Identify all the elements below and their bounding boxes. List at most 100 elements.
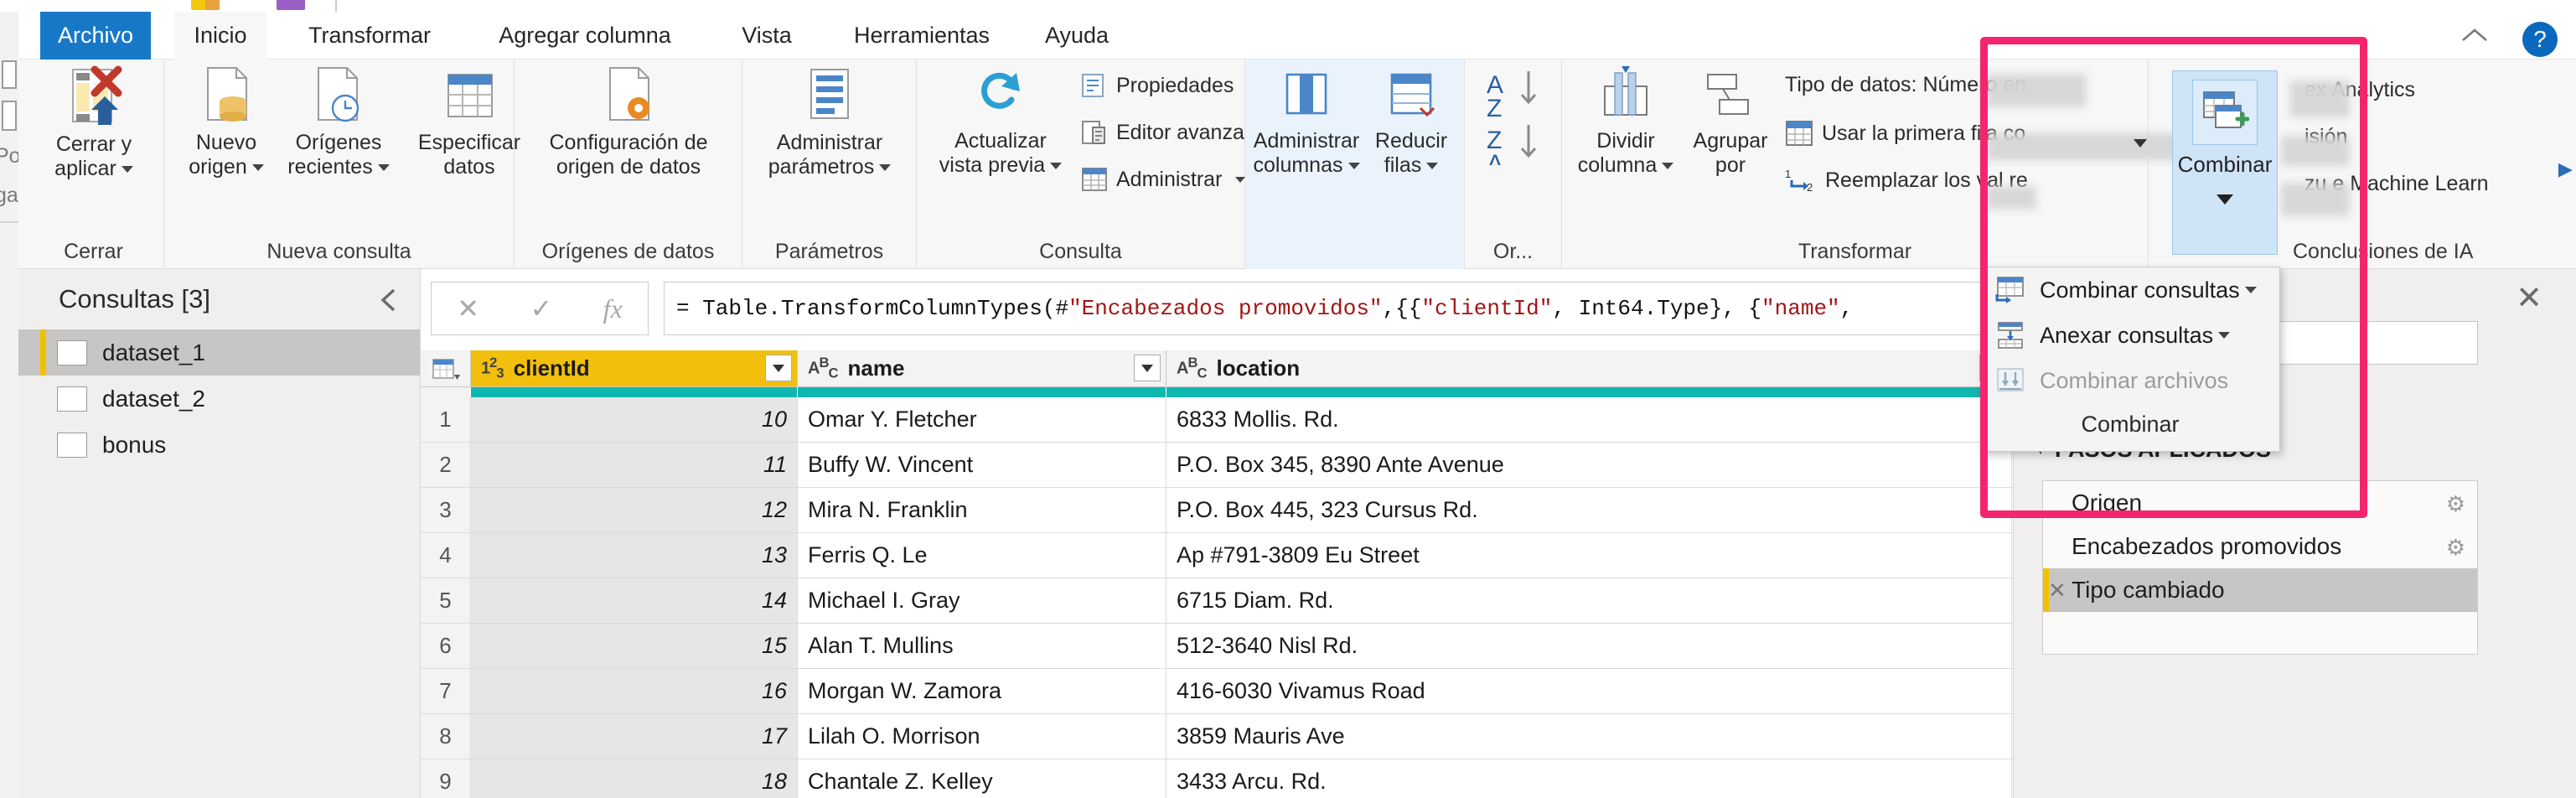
chevron-down-icon[interactable] xyxy=(251,164,264,172)
cell-name[interactable]: Buffy W. Vincent xyxy=(798,443,1166,487)
chevron-down-icon[interactable] xyxy=(2244,287,2257,293)
cell-location[interactable]: Ap #791-3809 Eu Street xyxy=(1166,533,2012,578)
cell-name[interactable]: Omar Y. Fletcher xyxy=(798,397,1166,442)
query-item-dataset-2[interactable]: dataset_2 xyxy=(18,376,420,422)
table-row[interactable]: 4 13 Ferris Q. Le Ap #791-3809 Eu Street xyxy=(421,533,2013,578)
tab-archivo[interactable]: Archivo xyxy=(40,12,151,60)
tab-agregar-columna[interactable]: Agregar columna xyxy=(468,12,702,60)
cell-clientid[interactable]: 12 xyxy=(471,488,798,532)
chevron-down-icon[interactable] xyxy=(121,166,133,174)
tab-herramientas[interactable]: Herramientas xyxy=(830,12,1014,60)
help-button[interactable]: ? xyxy=(2522,22,2558,57)
svg-text:Z: Z xyxy=(1487,95,1502,122)
cell-name[interactable]: Ferris Q. Le xyxy=(798,533,1166,578)
table-row[interactable]: 1 10 Omar Y. Fletcher 6833 Mollis. Rd. xyxy=(421,397,2013,443)
gear-icon[interactable]: ⚙ xyxy=(2446,535,2465,561)
properties-button[interactable]: Propiedades xyxy=(1081,73,1234,98)
table-row[interactable]: 8 17 Lilah O. Morrison 3859 Mauris Ave xyxy=(421,714,2013,759)
delete-step-icon[interactable]: ✕ xyxy=(2048,578,2066,604)
cell-location[interactable]: 512-3640 Nisl Rd. xyxy=(1166,624,2012,668)
split-column-button[interactable]: Dividir columna xyxy=(1574,65,1678,178)
tab-inicio[interactable]: Inicio xyxy=(174,12,266,60)
advanced-editor-button[interactable]: Editor avanzado xyxy=(1081,120,1268,145)
cell-clientid[interactable]: 10 xyxy=(471,397,798,442)
chevron-down-icon[interactable] xyxy=(1235,176,1246,183)
close-and-apply-button[interactable]: Cerrar y aplicar xyxy=(44,65,144,181)
row-number: 5 xyxy=(421,578,471,623)
cell-location[interactable]: P.O. Box 445, 323 Cursus Rd. xyxy=(1166,488,2012,532)
chevron-down-icon[interactable] xyxy=(2218,332,2231,339)
data-source-settings-button[interactable]: Configuración de origen de datos xyxy=(525,65,732,179)
chevron-left-icon[interactable] xyxy=(378,288,400,313)
cell-location[interactable]: 3859 Mauris Ave xyxy=(1166,714,2012,759)
table-row[interactable]: 6 15 Alan T. Mullins 512-3640 Nisl Rd. xyxy=(421,624,2013,669)
cell-location[interactable]: 6833 Mollis. Rd. xyxy=(1166,397,2012,442)
applied-step-encabezados-promovidos[interactable]: Encabezados promovidos ⚙ xyxy=(2043,525,2477,568)
tab-ayuda[interactable]: Ayuda xyxy=(1031,12,1123,60)
column-header-location[interactable]: ABC location xyxy=(1166,350,2012,386)
cancel-icon[interactable]: ✕ xyxy=(457,293,479,324)
table-row[interactable]: 5 14 Michael I. Gray 6715 Diam. Rd. xyxy=(421,578,2013,624)
check-icon[interactable]: ✓ xyxy=(530,293,552,324)
cell-name[interactable]: Lilah O. Morrison xyxy=(798,714,1166,759)
applied-step-origen[interactable]: Origen ⚙ xyxy=(2043,481,2477,525)
chevron-down-icon[interactable] xyxy=(377,164,390,172)
table-row[interactable]: 7 16 Morgan W. Zamora 416-6030 Vivamus R… xyxy=(421,669,2013,714)
tab-vista[interactable]: Vista xyxy=(721,12,813,60)
cell-name[interactable]: Michael I. Gray xyxy=(798,578,1166,623)
cell-name[interactable]: Mira N. Franklin xyxy=(798,488,1166,532)
select-all-columns-button[interactable] xyxy=(421,350,471,386)
menu-item-anexar-consultas[interactable]: Anexar consultas xyxy=(1981,313,2279,358)
manage-parameters-button[interactable]: Administrar parámetros xyxy=(753,65,907,179)
query-item-bonus[interactable]: bonus xyxy=(18,422,420,468)
cell-location[interactable]: P.O. Box 345, 8390 Ante Avenue xyxy=(1166,443,2012,487)
table-row[interactable]: 9 18 Chantale Z. Kelley 3433 Arcu. Rd. xyxy=(421,759,2013,798)
manage-columns-button[interactable]: Administrar columnas xyxy=(1252,65,1361,178)
manage-button[interactable]: Administrar xyxy=(1081,167,1246,192)
reduce-rows-button[interactable]: Reducir filas xyxy=(1364,65,1458,178)
column-header-name[interactable]: ABC name xyxy=(798,350,1166,386)
cell-clientid[interactable]: 18 xyxy=(471,759,798,798)
filter-button-name[interactable] xyxy=(1134,355,1161,381)
cell-name[interactable]: Chantale Z. Kelley xyxy=(798,759,1166,798)
chevron-down-icon[interactable] xyxy=(1662,163,1674,170)
chevron-down-icon[interactable] xyxy=(2216,194,2233,205)
recent-sources-button[interactable]: Orígenes recientes xyxy=(278,65,399,179)
cell-clientid[interactable]: 17 xyxy=(471,714,798,759)
chevron-down-icon[interactable] xyxy=(1050,163,1063,170)
new-source-button[interactable]: Nuevo origen xyxy=(178,65,275,179)
cell-clientid[interactable]: 15 xyxy=(471,624,798,668)
cell-location[interactable]: 6715 Diam. Rd. xyxy=(1166,578,2012,623)
recent-sources-icon xyxy=(312,65,365,131)
sort-ascending-button[interactable]: A Z Z A xyxy=(1477,65,1550,178)
gear-icon[interactable]: ⚙ xyxy=(2446,491,2465,517)
cell-name[interactable]: Alan T. Mullins xyxy=(798,624,1166,668)
query-item-dataset-1[interactable]: dataset_1 xyxy=(18,329,420,376)
cell-location[interactable]: 416-6030 Vivamus Road xyxy=(1166,669,2012,713)
filter-button-clientid[interactable] xyxy=(765,355,792,381)
close-icon[interactable]: ✕ xyxy=(2516,279,2542,317)
applied-step-tipo-cambiado[interactable]: ✕ Tipo cambiado xyxy=(2043,568,2477,612)
group-by-button[interactable]: Agrupar por xyxy=(1686,65,1775,178)
cell-clientid[interactable]: 11 xyxy=(471,443,798,487)
refresh-preview-button[interactable]: Actualizar vista previa xyxy=(925,65,1076,178)
cell-clientid[interactable]: 14 xyxy=(471,578,798,623)
table-row[interactable]: 3 12 Mira N. Franklin P.O. Box 445, 323 … xyxy=(421,488,2013,533)
combinar-button[interactable]: Combinar xyxy=(2172,70,2278,255)
chevron-up-icon[interactable] xyxy=(2460,27,2489,44)
ribbon-scroll-right-icon[interactable]: ▸ xyxy=(2558,152,2573,185)
formula-input[interactable]: = Table.TransformColumnTypes(# "Encabezad… xyxy=(664,282,2012,335)
table-row[interactable]: 2 11 Buffy W. Vincent P.O. Box 345, 8390… xyxy=(421,443,2013,488)
tab-transformar[interactable]: Transformar xyxy=(290,12,449,60)
column-header-clientid[interactable]: 123 clientId xyxy=(471,350,798,386)
chevron-down-icon[interactable] xyxy=(879,164,892,172)
cell-name[interactable]: Morgan W. Zamora xyxy=(798,669,1166,713)
cell-location[interactable]: 3433 Arcu. Rd. xyxy=(1166,759,2012,798)
chevron-down-icon[interactable] xyxy=(1426,163,1439,170)
obscured-dropdown-caret[interactable] xyxy=(2134,139,2147,148)
fx-icon[interactable]: fx xyxy=(603,293,623,324)
menu-item-combinar-consultas[interactable]: Combinar consultas xyxy=(1981,267,2279,313)
cell-clientid[interactable]: 16 xyxy=(471,669,798,713)
chevron-down-icon[interactable] xyxy=(1347,163,1360,170)
cell-clientid[interactable]: 13 xyxy=(471,533,798,578)
